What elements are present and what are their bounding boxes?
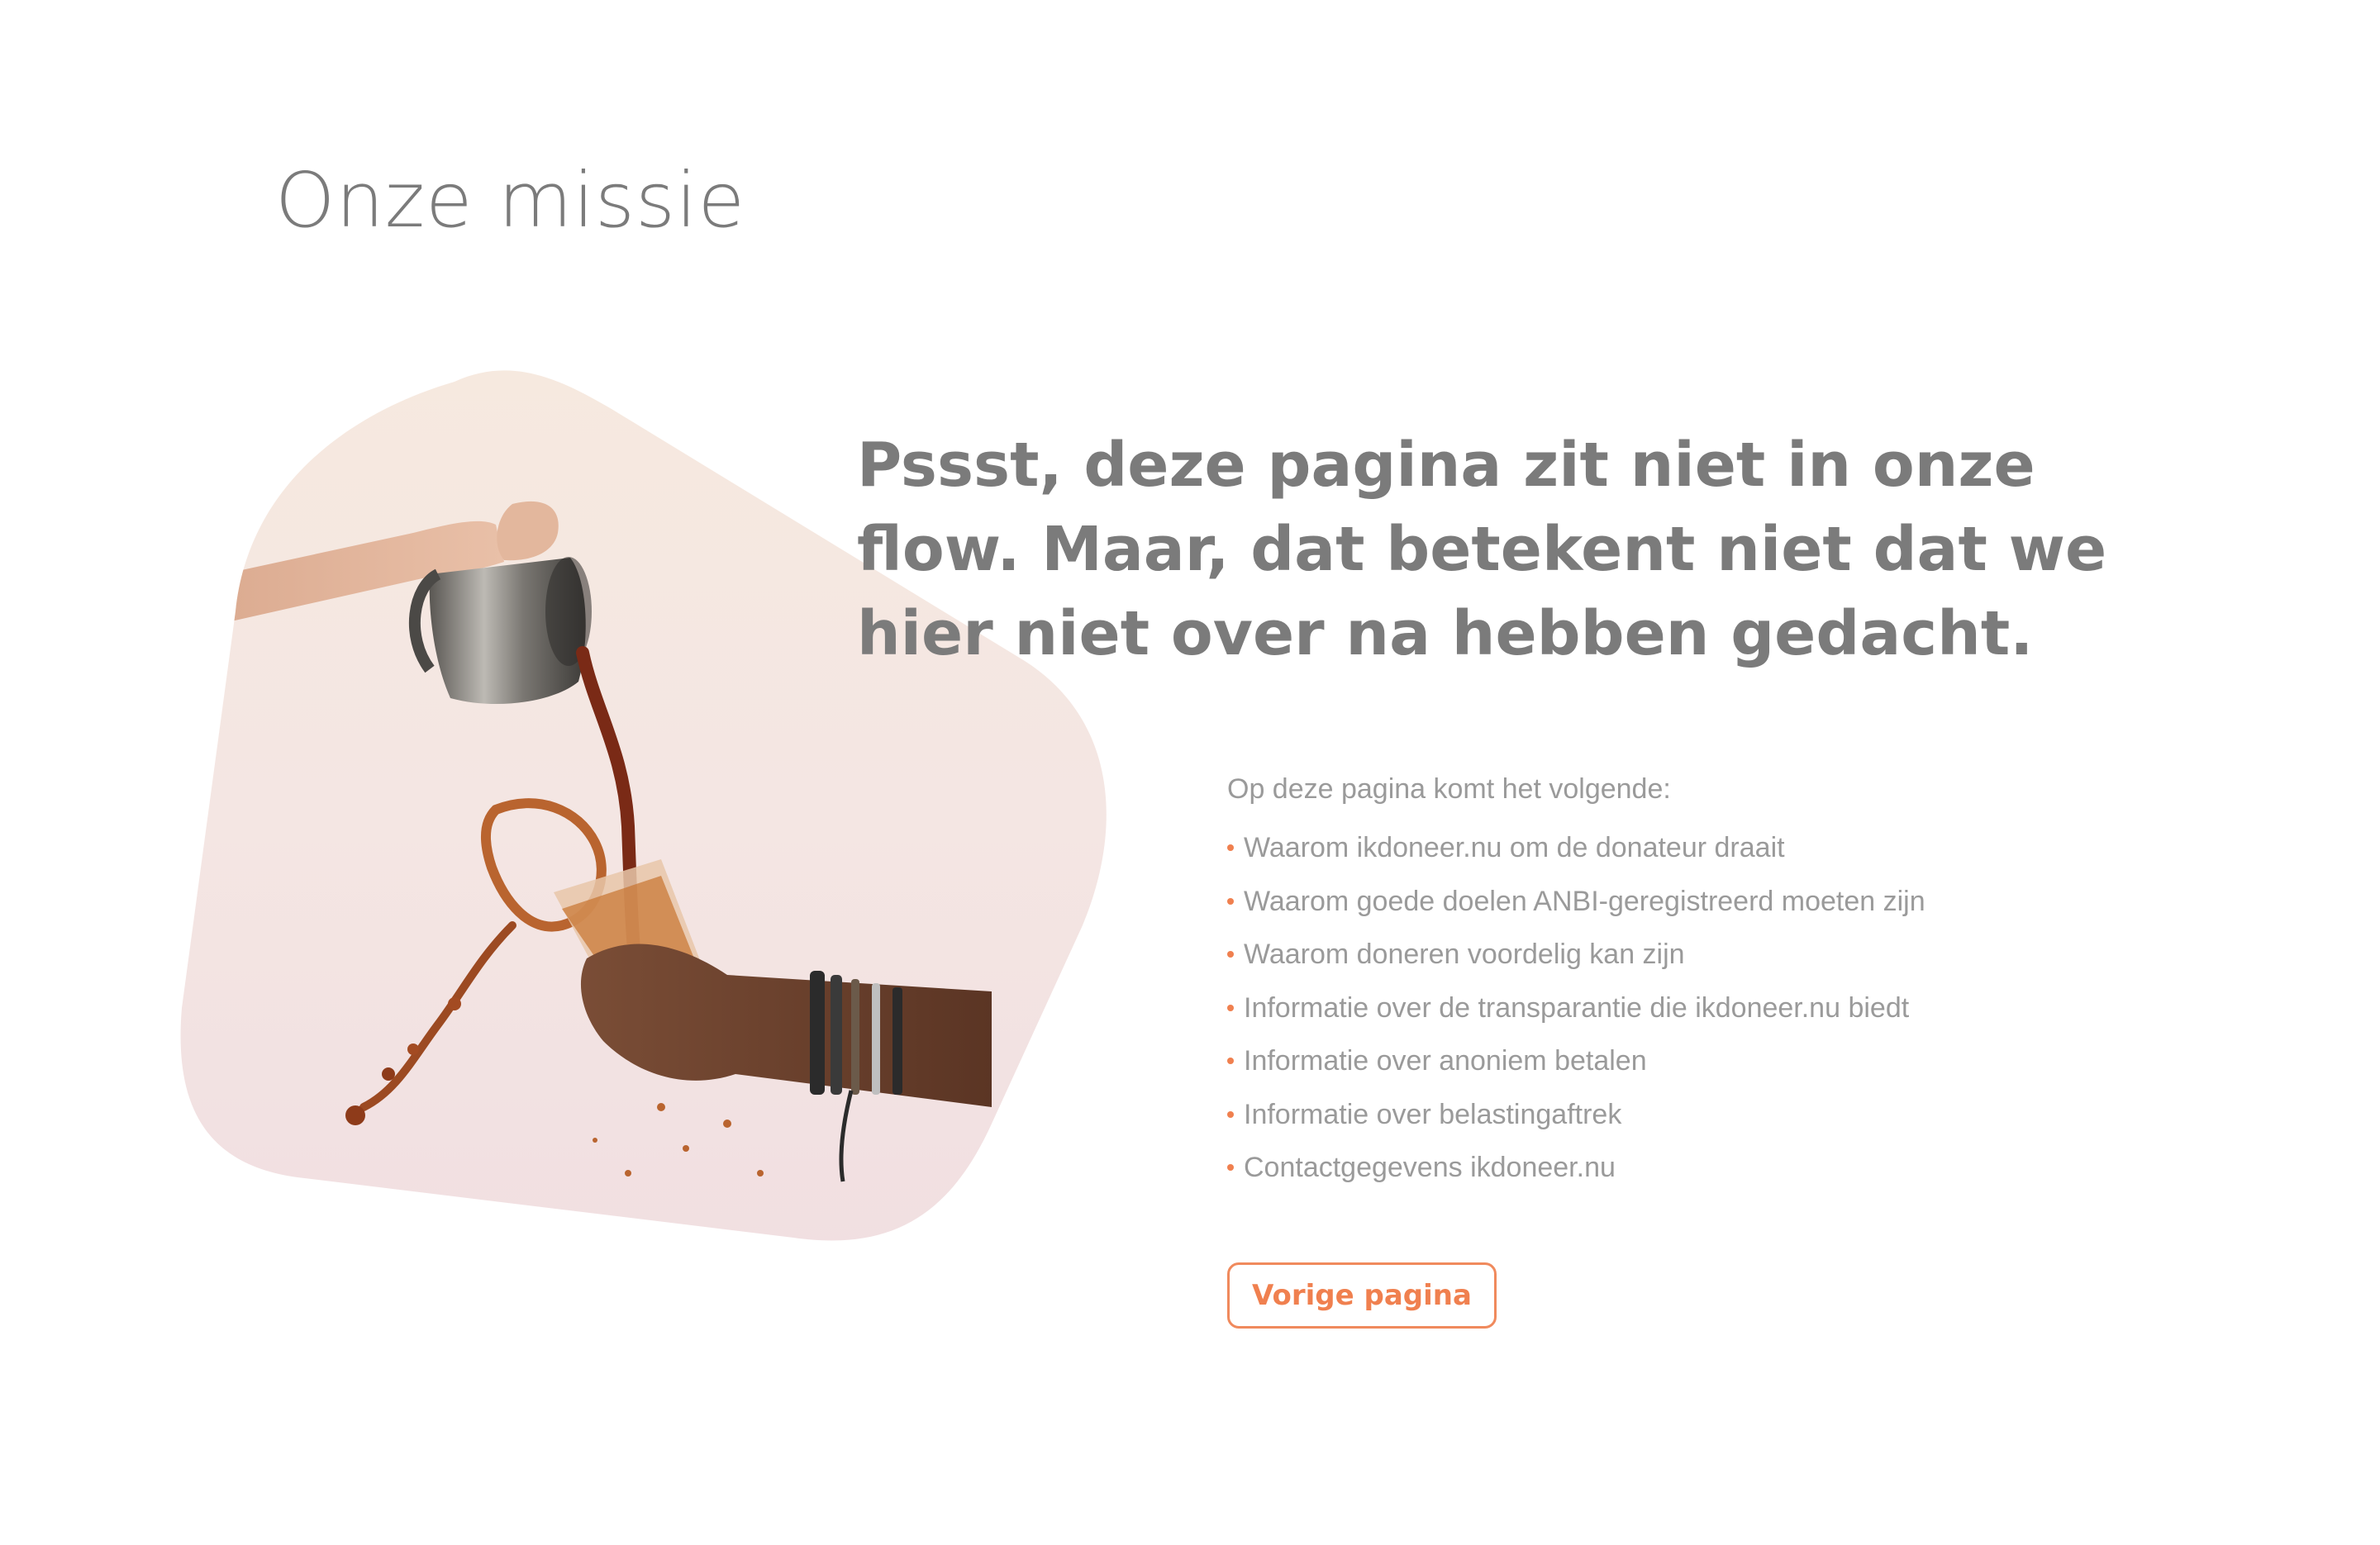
list-item-label: Informatie over anoniem betalen — [1244, 1045, 1647, 1077]
bullet-icon — [1227, 844, 1234, 852]
bullet-icon — [1227, 897, 1234, 905]
page-title: Onze missie — [275, 156, 746, 245]
topic-list: Waarom ikdoneer.nu om de donateur draait… — [1227, 821, 2054, 1195]
list-item: Informatie over belastingaftrek — [1227, 1088, 2054, 1142]
content-section: Op deze pagina komt het volgende: Waarom… — [1227, 768, 2054, 1195]
list-item: Informatie over anoniem betalen — [1227, 1034, 2054, 1088]
bullet-icon — [1227, 1058, 1234, 1065]
list-item-label: Waarom goede doelen ANBI-geregistreerd m… — [1244, 885, 1925, 917]
headline: Pssst, deze pagina zit niet in onze flow… — [857, 430, 2107, 669]
list-item: Informatie over de transparantie die ikd… — [1227, 982, 2054, 1035]
list-item-label: Contactgegevens ikdoneer.nu — [1244, 1152, 1616, 1183]
intro-text: Op deze pagina komt het volgende: — [1227, 773, 1671, 805]
bullet-icon — [1227, 1004, 1234, 1011]
list-item: Waarom doneren voordelig kan zijn — [1227, 928, 2054, 982]
list-item-label: Waarom doneren voordelig kan zijn — [1244, 939, 1685, 970]
bullet-icon — [1227, 951, 1234, 958]
previous-page-button[interactable]: Vorige pagina — [1227, 1262, 1497, 1329]
list-item-label: Informatie over de transparantie die ikd… — [1244, 991, 1910, 1024]
bullet-icon — [1227, 1164, 1234, 1172]
list-item: Waarom goede doelen ANBI-geregistreerd m… — [1227, 875, 2054, 929]
list-item: Contactgegevens ikdoneer.nu — [1227, 1141, 2054, 1195]
list-item-label: Waarom ikdoneer.nu om de donateur draait — [1244, 832, 1785, 863]
list-item: Waarom ikdoneer.nu om de donateur draait — [1227, 821, 2054, 875]
list-item-label: Informatie over belastingaftrek — [1244, 1098, 1622, 1130]
bullet-icon — [1227, 1110, 1234, 1118]
